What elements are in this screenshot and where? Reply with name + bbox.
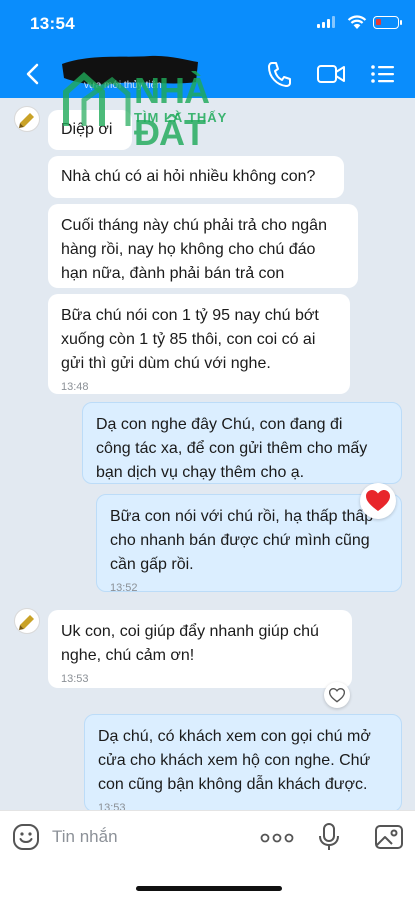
avatar-image (19, 615, 34, 630)
message-bubble[interactable]: Nhà chú có ai hỏi nhiều không con? (48, 156, 344, 198)
message-time: 13:48 (61, 381, 89, 393)
heart-icon (366, 490, 390, 511)
message-line: bạn dịch vụ chạy thêm cho ạ. (96, 464, 305, 481)
message-line: công tác xa, để con gửi thêm cho mấy (96, 440, 368, 457)
message-text: Nhà chú có ai hỏi nhiều không con? (61, 168, 316, 185)
heart-outline-icon (329, 687, 345, 703)
message-text: Diệp ơi (61, 121, 113, 138)
message-bubble[interactable]: Uk con, coi giúp đẩy nhanh giúp chú nghe… (48, 610, 352, 688)
message-line: cần gấp rồi. (110, 556, 194, 573)
home-indicator (136, 886, 282, 891)
status-time: 13:54 (30, 14, 75, 33)
signal-icon (317, 16, 335, 28)
message-time: 13:53 (98, 802, 126, 810)
message-bubble[interactable]: Bữa con nói với chú rồi, hạ thấp thấp ch… (96, 494, 402, 594)
message-bubble[interactable]: Diệp ơi (48, 110, 132, 150)
message-line: cửa cho khách xem hộ con nghe. Chứ (98, 752, 371, 769)
message-input[interactable]: Tin nhắn (52, 827, 118, 847)
message-line: Bữa chú nói con 1 tỷ 95 nay chú bớt (61, 307, 319, 324)
message-line: Dạ chú, có khách xem con gọi chú mở (98, 728, 371, 745)
chat-area[interactable]: Diệp ơi Nhà chú có ai hỏi nhiều không co… (0, 98, 415, 810)
message-bubble[interactable]: Cuối tháng này chú phải trả cho ngân hàn… (48, 204, 358, 288)
status-bar: 13:54 (0, 0, 415, 50)
message-line: con cũng bận không dẫn khách được. (98, 776, 368, 793)
contact-name[interactable]: vựa mới thủy tiên (84, 80, 162, 91)
message-line: Dạ con nghe đây Chú, con đang đi (96, 416, 343, 433)
more-dots-icon[interactable] (260, 833, 294, 843)
message-bubble[interactable]: Dạ chú, có khách xem con gọi chú mở cửa … (84, 714, 402, 810)
wifi-icon (347, 15, 367, 29)
chat-header: vựa mới thủy tiên (0, 50, 415, 98)
message-line: hàng rồi, nay họ không cho chú đáo (61, 241, 316, 258)
emoji-icon[interactable] (12, 823, 40, 851)
image-icon[interactable] (374, 823, 404, 851)
message-line: Uk con, coi giúp đẩy nhanh giúp chú (61, 623, 319, 640)
message-input-bar: Tin nhắn (0, 810, 415, 900)
list-icon[interactable] (370, 60, 396, 88)
microphone-icon[interactable] (318, 822, 340, 852)
message-line: Cuối tháng này chú phải trả cho ngân (61, 217, 327, 234)
video-camera-icon[interactable] (316, 60, 346, 88)
battery-icon (373, 16, 402, 29)
message-line: xuống còn 1 tỷ 85 thôi, con coi có ai (61, 331, 316, 348)
contact-avatar[interactable] (14, 106, 40, 132)
message-bubble[interactable]: Bữa chú nói con 1 tỷ 95 nay chú bớt xuốn… (48, 294, 350, 394)
phone-icon[interactable] (266, 60, 292, 88)
message-bubble[interactable]: Dạ con nghe đây Chú, con đang đi công tá… (82, 402, 402, 484)
message-line: Bữa con nói với chú rồi, hạ thấp thấp (110, 508, 374, 525)
avatar-image (19, 113, 34, 128)
message-time: 13:52 (110, 582, 138, 594)
message-line: cho nhanh bán được chứ mình cũng (110, 532, 370, 549)
chevron-left-icon[interactable] (22, 62, 44, 86)
message-line: gửi thì gửi dùm chú với nghe. (61, 355, 271, 372)
reaction-heart-button[interactable] (360, 483, 396, 519)
message-time: 13:53 (61, 673, 89, 685)
reaction-like-button[interactable] (324, 682, 350, 708)
contact-avatar[interactable] (14, 608, 40, 634)
message-line: nghe, chú cảm ơn! (61, 647, 195, 664)
message-line: hạn nữa, đành phải bán trả con (61, 265, 285, 282)
